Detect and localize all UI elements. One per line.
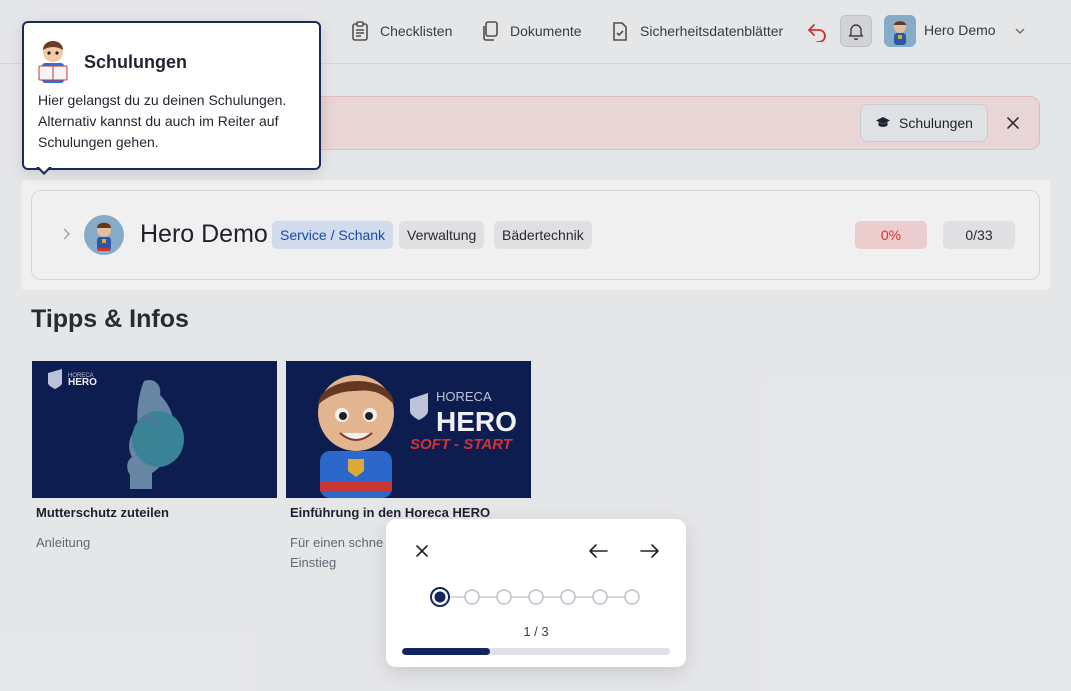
nav-item-checklisten[interactable]: Checklisten bbox=[350, 20, 452, 42]
tip-card-mutterschutz[interactable]: HORECA HERO Mutterschutz zuteilen Anleit… bbox=[32, 361, 277, 553]
tour-progress-bar bbox=[402, 648, 670, 655]
close-icon bbox=[1007, 117, 1019, 129]
progress-percent-badge: 0% bbox=[855, 221, 927, 249]
tag-service-schank: Service / Schank bbox=[272, 221, 394, 249]
tooltip-body: Hier gelangst du zu deinen Schulungen. A… bbox=[38, 92, 287, 150]
hero-mascot-icon bbox=[97, 222, 111, 251]
tips-section-title: Tipps & Infos bbox=[31, 305, 189, 333]
notifications-button[interactable] bbox=[840, 15, 872, 47]
tour-step-indicator bbox=[430, 587, 640, 607]
profile-avatar bbox=[84, 215, 124, 255]
tour-step-dot[interactable] bbox=[528, 589, 544, 605]
nav-label: Dokumente bbox=[510, 23, 582, 39]
close-icon[interactable] bbox=[412, 541, 432, 561]
hero-reading-mascot-icon bbox=[38, 41, 68, 83]
tip-title: Einführung in den Horeca HERO bbox=[290, 505, 491, 520]
svg-text:HERO: HERO bbox=[68, 377, 97, 388]
horeca-hero-soft-start-graphic: HORECA HERO SOFT - START bbox=[318, 375, 517, 498]
bell-icon bbox=[848, 24, 864, 40]
tag-baedertechnik: Bädertechnik bbox=[494, 221, 592, 249]
tour-step-dot[interactable] bbox=[464, 589, 480, 605]
tip-subtitle: Anleitung bbox=[36, 535, 91, 550]
tip-thumbnail: HORECA HERO SOFT - START bbox=[286, 361, 531, 498]
tour-progress-fill bbox=[402, 648, 491, 655]
tooltip-title: Schulungen bbox=[84, 52, 187, 72]
tour-step-dot-active-fill bbox=[434, 591, 446, 603]
nav-item-dokumente[interactable]: Dokumente bbox=[480, 20, 582, 42]
banner-close-button[interactable] bbox=[1002, 112, 1024, 134]
file-check-icon bbox=[613, 22, 627, 41]
user-name[interactable]: Hero Demo bbox=[924, 22, 996, 38]
tour-step-dot[interactable] bbox=[560, 589, 576, 605]
schulungen-button[interactable]: Schulungen bbox=[860, 104, 988, 142]
nav-label: Sicherheitsdatenblätter bbox=[640, 23, 784, 39]
chevron-down-icon[interactable] bbox=[1014, 25, 1026, 37]
documents-icon bbox=[483, 21, 498, 41]
tour-step-dot[interactable] bbox=[496, 589, 512, 605]
svg-text:SOFT - START: SOFT - START bbox=[410, 436, 514, 453]
nav-label: Checklisten bbox=[380, 23, 453, 39]
svg-text:HERO: HERO bbox=[436, 406, 517, 437]
nav-item-sicherheitsdatenblaetter[interactable]: Sicherheitsdatenblätter bbox=[610, 20, 783, 42]
tag-verwaltung: Verwaltung bbox=[399, 221, 485, 249]
tour-step-dot[interactable] bbox=[592, 589, 608, 605]
undo-icon[interactable] bbox=[806, 20, 828, 42]
svg-text:HORECA: HORECA bbox=[436, 389, 492, 404]
horeca-hero-logo: HORECA HERO bbox=[48, 369, 184, 489]
graduation-cap-icon bbox=[876, 117, 891, 127]
tip-title: Mutterschutz zuteilen bbox=[36, 505, 169, 520]
completion-count-badge: 0/33 bbox=[943, 221, 1015, 249]
arrow-right-icon[interactable] bbox=[639, 541, 661, 561]
chevron-right-icon[interactable] bbox=[60, 227, 72, 241]
tour-step-counter: 1 / 3 bbox=[523, 624, 549, 639]
tour-step-dot[interactable] bbox=[624, 589, 640, 605]
clipboard-icon bbox=[352, 21, 368, 41]
hero-mascot-icon bbox=[894, 21, 906, 45]
tip-thumbnail: HORECA HERO bbox=[32, 361, 277, 498]
arrow-left-icon[interactable] bbox=[587, 541, 609, 561]
profile-name: Hero Demo bbox=[140, 220, 268, 248]
user-avatar[interactable] bbox=[884, 15, 916, 47]
